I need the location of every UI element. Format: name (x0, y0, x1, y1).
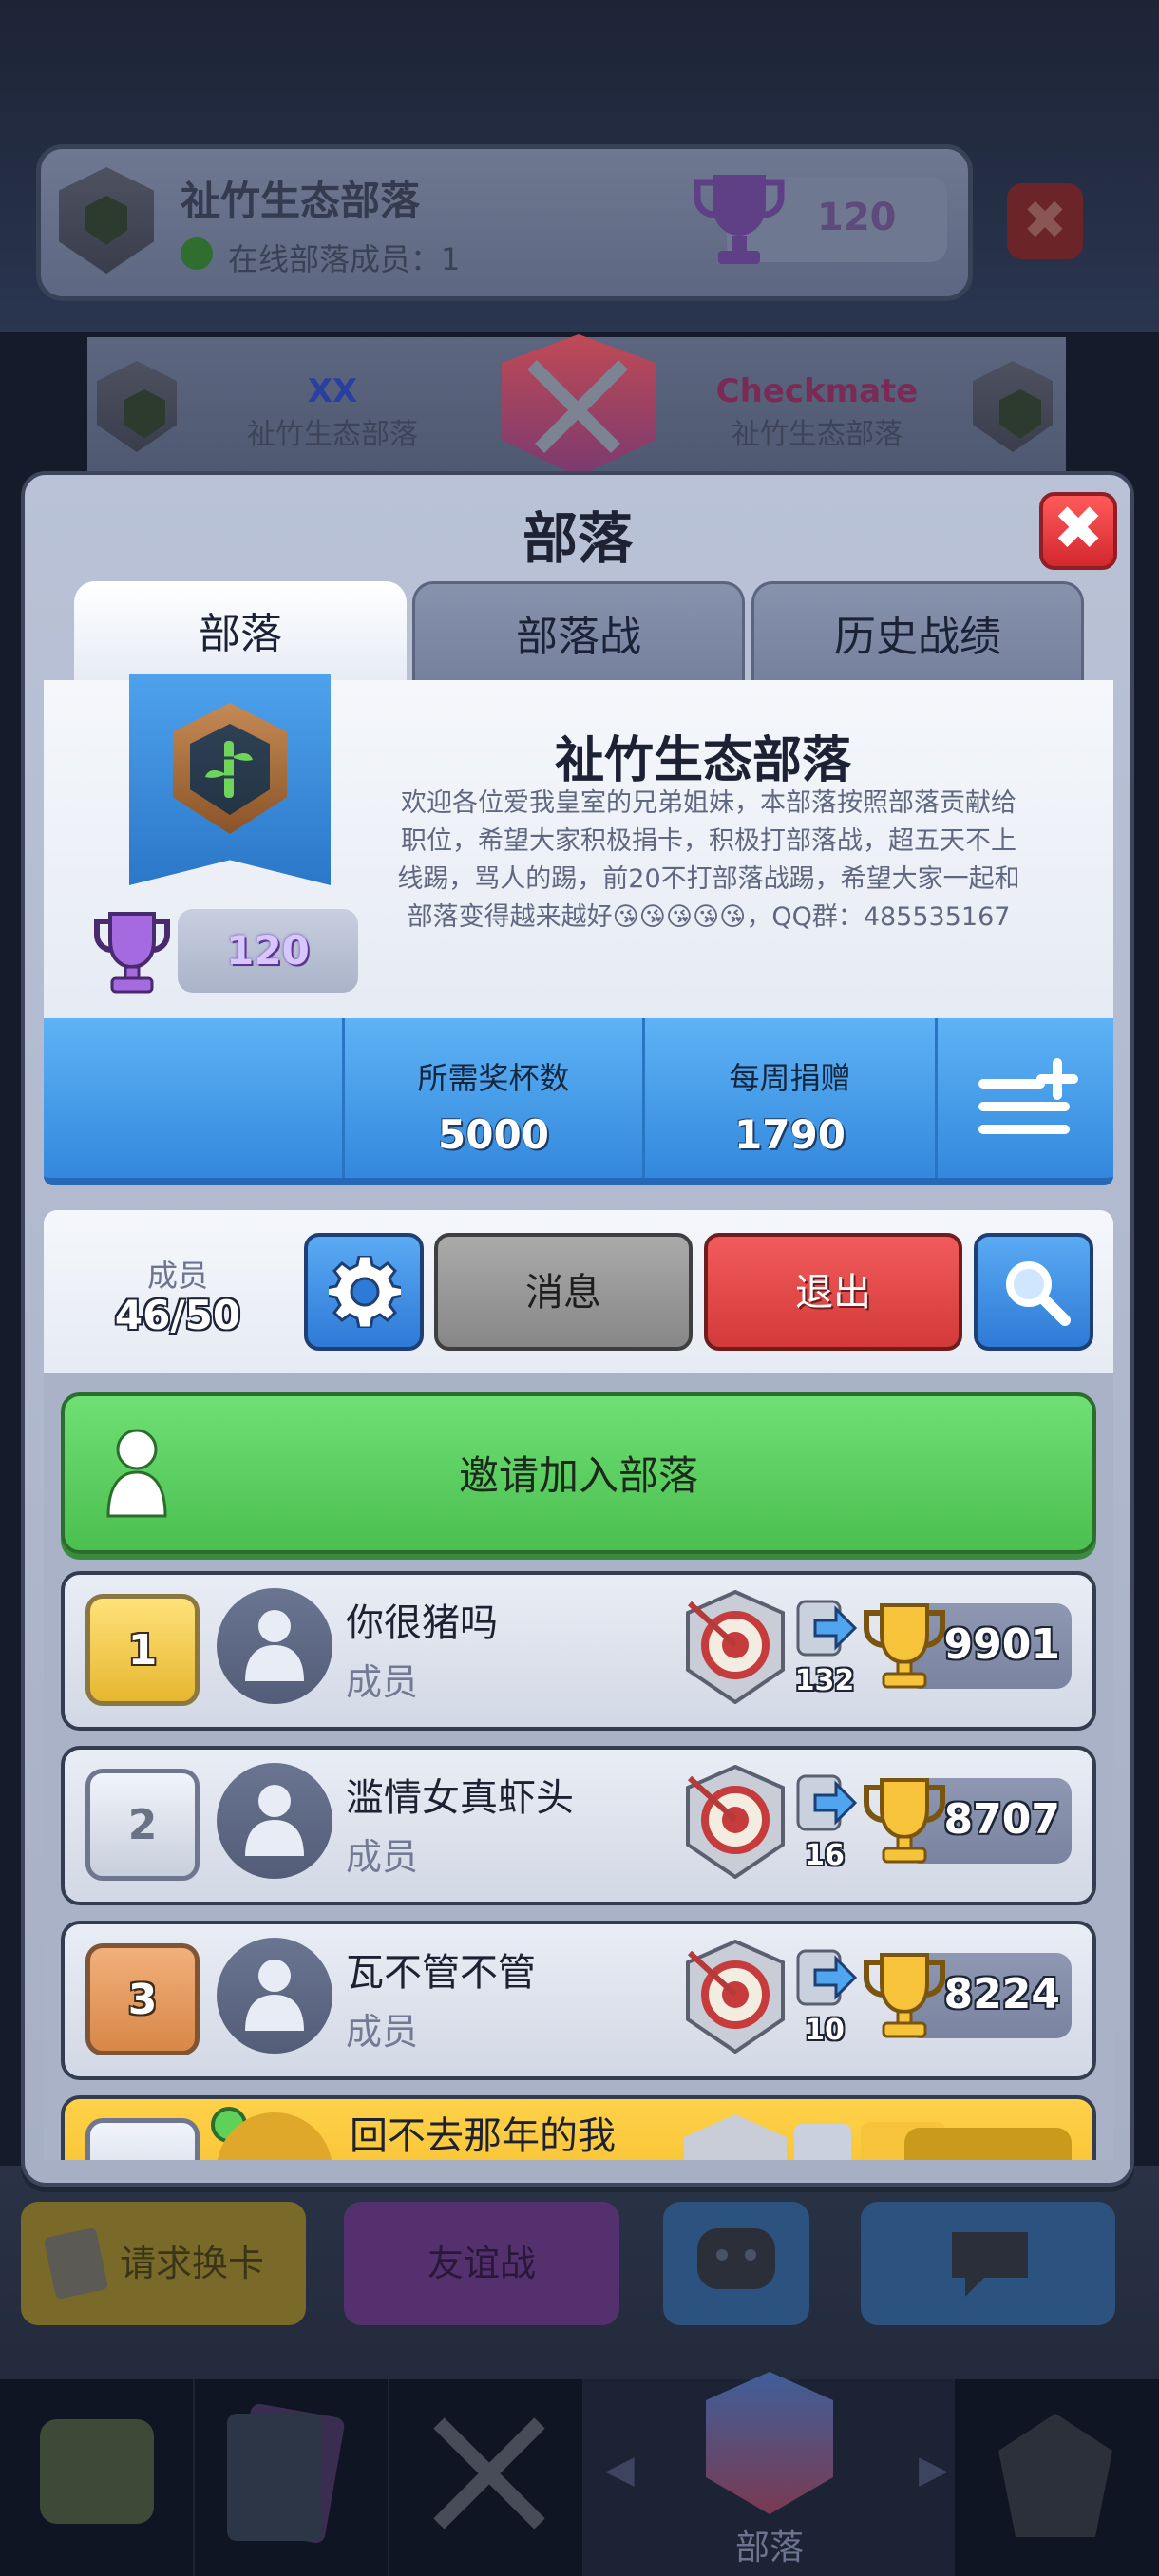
emote-face-icon (697, 2228, 775, 2289)
required-trophies-label: 所需奖杯数 (417, 1060, 570, 1096)
members-label: 成员 (146, 1258, 208, 1294)
background-trophy-icon (694, 175, 785, 264)
member-rank: 2 (86, 1769, 200, 1881)
member-donations: 10 (805, 2014, 845, 2047)
invite-label: 邀请加入部落 (458, 1452, 698, 1499)
member-name: 回不去那年的我 (350, 2114, 616, 2158)
member-trophies: 8707 (943, 1795, 1060, 1844)
laurel-icon (998, 2414, 1112, 2537)
clan-tab-icon (706, 2372, 833, 2514)
message-button[interactable]: 消息 (434, 1233, 693, 1351)
war-right-team: Checkmate (715, 372, 919, 410)
chest-icon (40, 2419, 154, 2524)
tab-war-history[interactable]: 历史战绩 (751, 581, 1084, 680)
war-target-icon (686, 1765, 785, 1879)
nav-clan-label: 部落 (734, 2529, 804, 2567)
donate-icon (794, 2124, 851, 2160)
clan-trophy-icon (94, 912, 170, 994)
nav-shop[interactable] (0, 2379, 195, 2576)
background-trophy-value: 120 (817, 196, 897, 239)
donate-icon (796, 1600, 858, 1657)
nav-left-arrow-icon: ◀ (605, 2448, 635, 2491)
member-rank-box (86, 2118, 200, 2160)
war-left-team: XX (307, 372, 358, 410)
war-swords-icon (527, 360, 628, 453)
friendly-battle-button[interactable]: 友谊战 (344, 2202, 619, 2325)
member-name: 滥情女真虾头 (346, 1776, 574, 1820)
member-role: 成员 (346, 1836, 419, 1878)
exit-button[interactable]: 退出 (704, 1233, 962, 1351)
member-row-clip: 回不去那年的我 (44, 2090, 1113, 2160)
donate-icon (796, 1774, 858, 1831)
chat-bubble-icon (952, 2232, 1028, 2297)
settings-button[interactable] (304, 1233, 424, 1351)
card-front-icon (227, 2414, 322, 2541)
donate-icon (796, 1949, 858, 2006)
nav-clan[interactable]: ◀ 部落 ▶ (584, 2372, 955, 2576)
member-rank: 1 (86, 1594, 200, 1706)
clan-trophy-count: 120 (178, 909, 358, 993)
war-left-clan: 祉竹生态部落 (247, 418, 418, 451)
background-clan-name: 祉竹生态部落 (180, 178, 421, 224)
modal-title: 部落 (522, 506, 633, 571)
card-icon (43, 2226, 109, 2301)
members-count: 46/50 (114, 1292, 241, 1338)
tab-clan-war[interactable]: 部落战 (412, 581, 745, 680)
tab-clan[interactable]: 部落 (74, 581, 407, 680)
search-button[interactable] (974, 1233, 1093, 1351)
bamboo-icon (205, 741, 253, 798)
search-icon (1006, 1261, 1071, 1326)
weekly-donations-value: 1790 (734, 1111, 846, 1158)
weekly-donations-label: 每周捐赠 (729, 1060, 851, 1096)
menu-add-icon (978, 1058, 1078, 1134)
clan-name: 祉竹生态部落 (554, 732, 851, 789)
background-online-text: 在线部落成员：1 (228, 241, 461, 277)
member-name: 你很猪吗 (346, 1601, 498, 1645)
clan-description: 欢迎各位爱我皇室的兄弟姐妹，本部落按照部落贡献给职位，希望大家积极捐卡，积极打部… (397, 788, 1020, 932)
war-target-icon (686, 1590, 785, 1704)
request-cards-button[interactable]: 请求换卡 (21, 2202, 306, 2325)
member-trophies: 8224 (943, 1970, 1060, 2018)
member-role: 成员 (346, 1661, 419, 1703)
background-close-button[interactable]: ✖ (1007, 183, 1083, 259)
war-target-icon (686, 1940, 785, 2054)
member-trophy-box (904, 2128, 1072, 2160)
nav-right-arrow-icon: ▶ (919, 2448, 948, 2491)
nav-cards[interactable] (195, 2379, 390, 2576)
gear-icon (329, 1256, 401, 1328)
emote-button[interactable] (663, 2202, 809, 2325)
member-donations: 132 (794, 1664, 855, 1697)
request-cards-label: 请求换卡 (120, 2243, 265, 2284)
crossed-swords-icon (433, 2417, 545, 2529)
member-role: 成员 (346, 2011, 419, 2053)
online-status-icon (180, 237, 213, 270)
nav-battle[interactable] (390, 2379, 584, 2576)
person-icon (245, 1960, 304, 2031)
member-name: 瓦不管不管 (346, 1951, 536, 1995)
nav-events[interactable] (955, 2379, 1159, 2576)
member-donations: 16 (805, 1839, 845, 1872)
close-button[interactable]: ✖ (1039, 492, 1117, 570)
chat-button[interactable] (861, 2202, 1115, 2325)
member-rank: 3 (86, 1943, 200, 2055)
member-trophies: 9901 (943, 1620, 1060, 1669)
required-trophies-value: 5000 (438, 1111, 549, 1158)
person-icon (245, 1610, 304, 1681)
war-right-clan: 祉竹生态部落 (732, 418, 902, 451)
clan-options-button[interactable] (937, 1018, 1113, 1178)
person-icon (245, 1785, 304, 1856)
